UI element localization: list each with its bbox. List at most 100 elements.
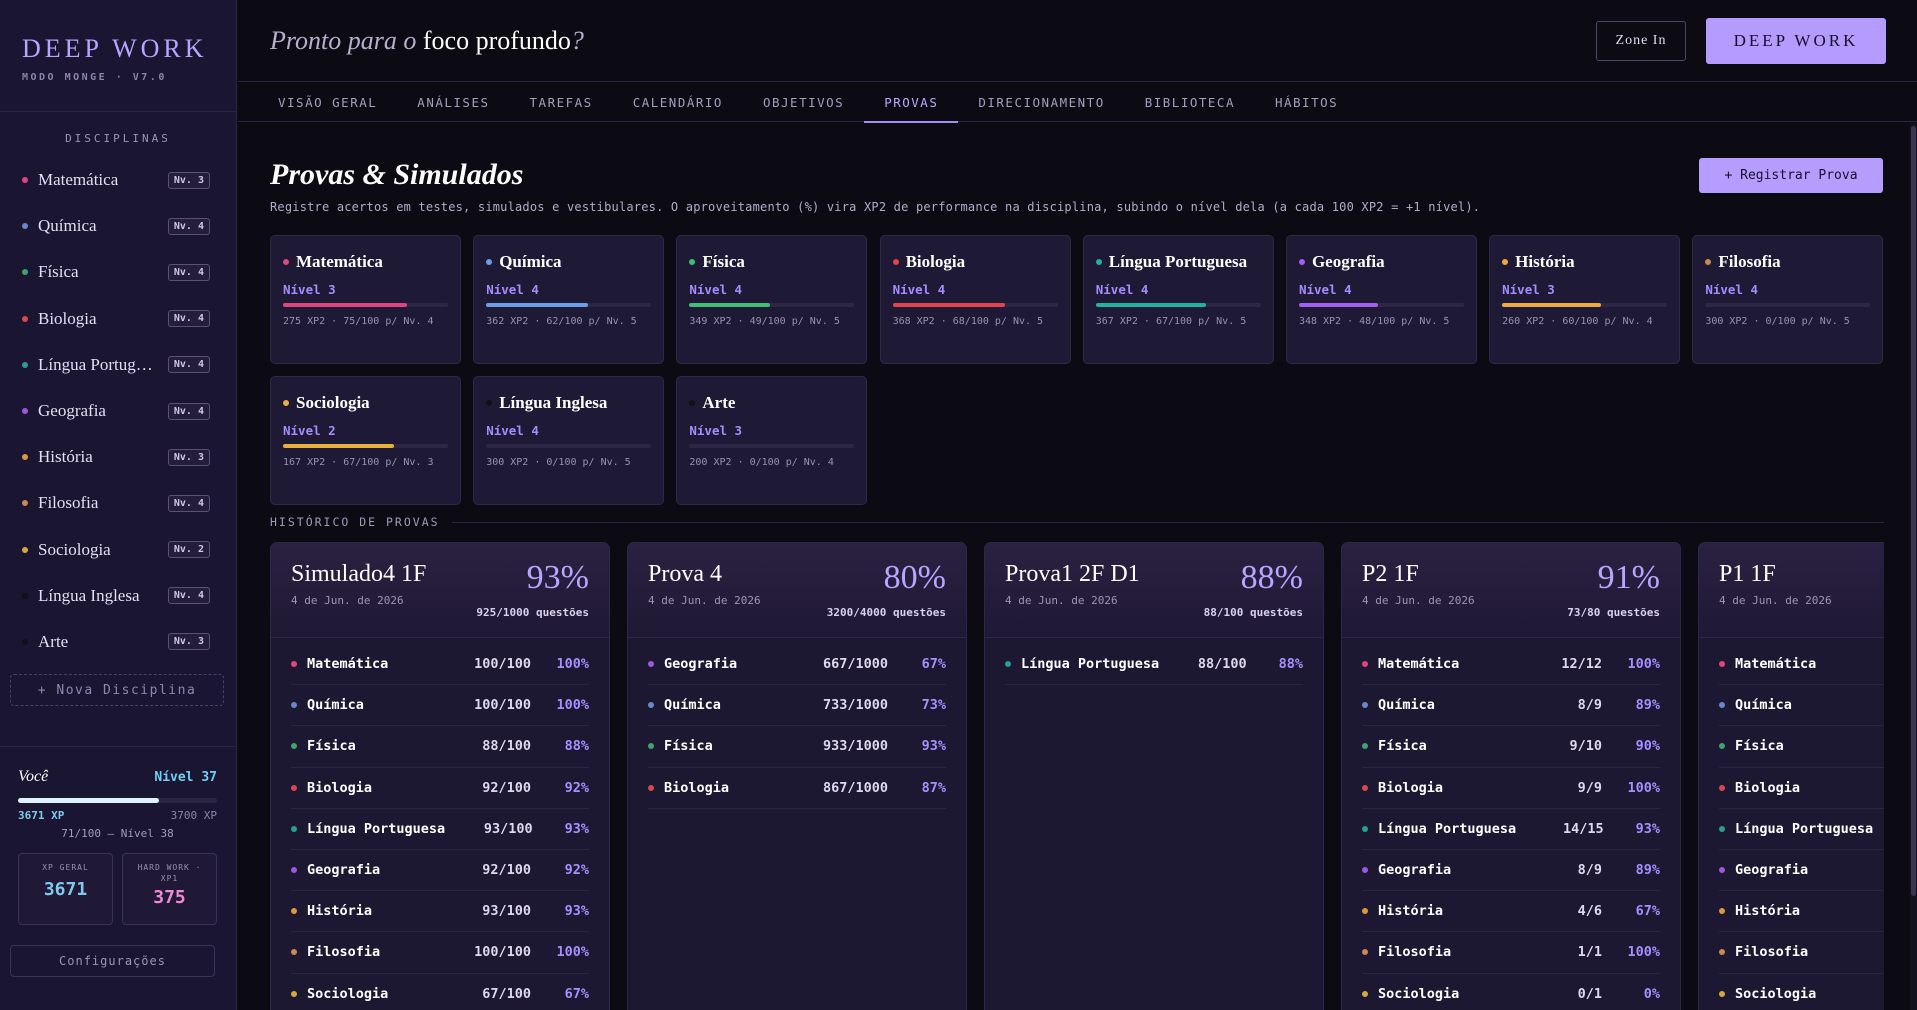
exam-card-header: Prova 44 de Jun. de 2026 80% 3200/4000 que… — [628, 543, 966, 638]
color-dot-icon — [1719, 825, 1725, 832]
sidebar-item-fisica[interactable]: Física Nv. 4 — [0, 249, 236, 295]
exam-card-p2-1f[interactable]: P2 1F 4 de Jun. de 2026 91% 73/80 questões M… — [1341, 542, 1681, 1010]
exam-row-subject: Biologia — [1735, 779, 1801, 796]
brand-title[interactable]: DEEP WORK — [22, 34, 236, 64]
tab-analises[interactable]: ANÁLISES — [397, 82, 509, 122]
exam-row-subject: História — [307, 903, 373, 920]
subject-card-sociologia[interactable]: Sociologia Nível 2 167 XP2 · 67/100 p/ Nv.… — [270, 376, 461, 505]
subject-progress-fill — [486, 303, 589, 307]
exam-row-score: 93/100 — [482, 903, 531, 920]
exam-row-subject: Filosofia — [1735, 944, 1809, 961]
exam-row: Língua Portuguesa 14/15 93% — [1362, 809, 1660, 850]
exam-row-subject: Química — [307, 697, 364, 714]
exam-questions: 925/1000 questões — [476, 606, 589, 619]
exam-row: Matemática 12/12 100% — [1362, 644, 1660, 686]
stat-xp-geral: XP GERAL 3671 — [18, 853, 113, 925]
subject-card-historia[interactable]: História Nível 3 260 XP2 · 60/100 p/ Nv. 4 — [1489, 235, 1681, 364]
register-exam-button[interactable]: + Registrar Prova — [1699, 158, 1883, 193]
exam-row-percentage: 93% — [921, 738, 946, 755]
subject-card-lingua-inglesa[interactable]: Língua Inglesa Nível 4 300 XP2 · 0/100 p/ … — [473, 376, 665, 505]
color-dot-icon — [22, 592, 28, 599]
tab-objetivos[interactable]: OBJETIVOS — [743, 82, 864, 122]
exam-history: Simulado4 1F 4 de Jun. de 2026 93% 925/1000… — [270, 542, 1884, 1010]
sidebar-item-sociologia[interactable]: Sociologia Nv. 2 — [0, 527, 236, 573]
exam-card-prova1-2f-d1[interactable]: Prova1 2F D1 4 de Jun. de 2026 88% 88/100 q… — [984, 542, 1324, 1010]
tab-visao-geral[interactable]: VISÃO GERAL — [258, 82, 397, 122]
level-badge: Nv. 4 — [167, 402, 210, 420]
exam-row-score: 1/1 — [1577, 944, 1602, 961]
subject-xp: 300 XP2 · 0/100 p/ Nv. 5 — [486, 457, 631, 468]
color-dot-icon — [291, 661, 297, 668]
exam-row-subject: Sociologia — [307, 985, 389, 1002]
subject-level: Nível 3 — [283, 282, 336, 297]
sidebar-item-biologia[interactable]: Biologia Nv. 4 — [0, 296, 236, 342]
subject-card-header: Química — [486, 252, 651, 272]
exam-row: Química — [1719, 685, 1884, 727]
color-dot-icon — [1362, 990, 1368, 997]
sidebar-item-lingua-portuguesa[interactable]: Língua Portuguesa Nv. 4 — [0, 342, 236, 388]
new-discipline-button[interactable]: + Nova Disciplina — [10, 674, 224, 707]
subject-card-quimica[interactable]: Química Nível 4 362 XP2 · 62/100 p/ Nv. 5 — [473, 235, 665, 364]
sidebar-item-quimica[interactable]: Química Nv. 4 — [0, 203, 236, 249]
exam-row-percentage: 89% — [1635, 862, 1660, 879]
exam-card-p1-1f[interactable]: P1 1F 4 de Jun. de 2026 Matemática Química F… — [1698, 542, 1884, 1010]
main-tabs: VISÃO GERAL ANÁLISES TAREFAS CALENDÁRIO OBJE… — [238, 82, 1917, 123]
tab-tarefas[interactable]: TAREFAS — [510, 82, 613, 122]
exam-row-percentage: 0% — [1643, 985, 1660, 1002]
subject-card-fisica[interactable]: Física Nível 4 349 XP2 · 49/100 p/ Nv. 5 — [676, 235, 868, 364]
color-dot-icon — [1005, 661, 1011, 668]
tab-habitos[interactable]: HÁBITOS — [1255, 82, 1358, 122]
sidebar-item-historia[interactable]: História Nv. 3 — [0, 434, 236, 480]
subject-card-matematica[interactable]: Matemática Nível 3 275 XP2 · 75/100 p/ Nv.… — [270, 235, 461, 364]
color-dot-icon — [1719, 702, 1725, 709]
exam-row-subject: Geografia — [307, 862, 381, 879]
exam-row-percentage: 92% — [564, 862, 589, 879]
subject-progress-fill — [283, 303, 407, 307]
exam-percentage: 93% — [526, 559, 589, 596]
subject-progress-bar — [486, 303, 652, 307]
brand-subtitle: MODO MONGE · V7.0 — [22, 72, 167, 83]
color-dot-icon — [22, 638, 28, 645]
tab-provas[interactable]: PROVAS — [864, 82, 959, 123]
exam-row-score: 100/100 — [474, 697, 531, 714]
sidebar-item-filosofia[interactable]: Filosofia Nv. 4 — [0, 480, 236, 526]
subject-card-filosofia[interactable]: Filosofia Nível 4 300 XP2 · 0/100 p/ Nv. 5 — [1692, 235, 1884, 364]
exam-row: Física 9/10 90% — [1362, 726, 1660, 768]
subject-card-header: Arte — [689, 393, 854, 413]
exam-row-score: 667/1000 — [822, 656, 888, 673]
color-dot-icon — [1362, 908, 1368, 915]
exam-row: Filosofia — [1719, 932, 1884, 974]
color-dot-icon — [1502, 259, 1509, 265]
sidebar-item-lingua-inglesa[interactable]: Língua Inglesa Nv. 4 — [0, 573, 236, 619]
sidebar-item-matematica[interactable]: Matemática Nv. 3 — [0, 157, 236, 203]
tab-calendario[interactable]: CALENDÁRIO — [613, 82, 743, 122]
disciplines-list: Matemática Nv. 3 Química Nv. 4 Física Nv. 4 Bi… — [0, 157, 236, 665]
tab-biblioteca[interactable]: BIBLIOTECA — [1125, 82, 1255, 122]
subject-card-arte[interactable]: Arte Nível 3 200 XP2 · 0/100 p/ Nv. 4 — [676, 376, 868, 505]
exam-card-simulado4-1f[interactable]: Simulado4 1F 4 de Jun. de 2026 93% 925/1000… — [270, 542, 610, 1010]
subject-xp: 368 XP2 · 68/100 p/ Nv. 5 — [892, 316, 1044, 327]
sidebar-item-geografia[interactable]: Geografia Nv. 4 — [0, 388, 236, 434]
subject-name: Física — [702, 252, 745, 271]
exam-row-percentage: 100% — [1627, 944, 1660, 961]
subject-xp: 275 XP2 · 75/100 p/ Nv. 4 — [283, 316, 434, 327]
subject-card-geografia[interactable]: Geografia Nível 4 348 XP2 · 48/100 p/ Nv. … — [1285, 235, 1477, 364]
exam-card-prova-4[interactable]: Prova 44 de Jun. de 2026 80% 3200/4000 que… — [627, 542, 967, 1010]
tab-direcionamento[interactable]: DIRECIONAMENTO — [958, 82, 1124, 122]
settings-button[interactable]: Configurações — [10, 945, 215, 977]
subject-card-biologia[interactable]: Biologia Nível 4 368 XP2 · 68/100 p/ Nv. 5 — [879, 235, 1071, 364]
exam-row-subject: Biologia — [664, 779, 730, 796]
exam-row-subject: Física — [664, 738, 713, 755]
subject-progress-bar — [1095, 303, 1261, 307]
exam-row-percentage: 93% — [564, 903, 589, 920]
color-dot-icon — [22, 361, 28, 368]
sidebar-item-arte[interactable]: Arte Nv. 3 — [0, 619, 236, 665]
exam-row-score: 733/1000 — [822, 697, 888, 714]
subject-progress-fill — [1298, 303, 1379, 307]
scrollbar-thumb[interactable] — [1911, 126, 1916, 896]
deep-work-button[interactable]: DEEP WORK — [1706, 18, 1886, 64]
exam-row: Química 100/100 100% — [291, 685, 589, 727]
zone-in-button[interactable]: Zone In — [1596, 21, 1686, 61]
exam-row-score: 0/1 — [1577, 985, 1602, 1002]
subject-card-lingua-portuguesa[interactable]: Língua Portuguesa Nível 4 367 XP2 · 67/100… — [1082, 235, 1274, 364]
